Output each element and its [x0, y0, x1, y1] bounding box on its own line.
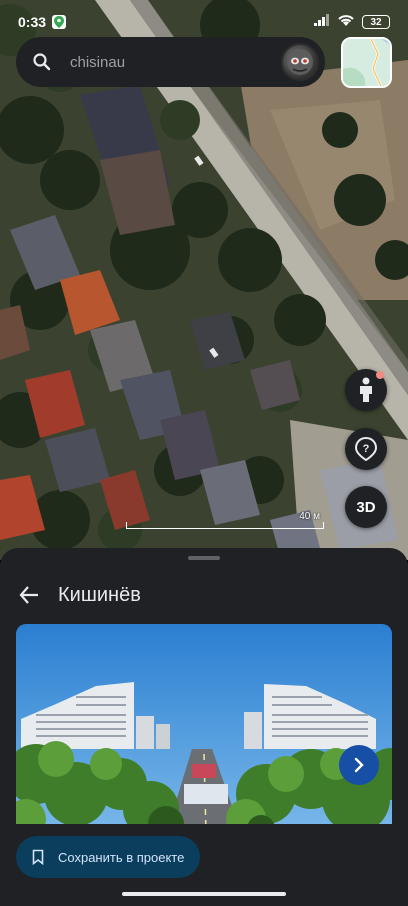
place-title: Кишинёв: [58, 583, 141, 606]
notification-dot: [376, 371, 384, 379]
sheet-header: Кишинёв: [18, 580, 141, 610]
3d-toggle-button[interactable]: 3D: [345, 486, 387, 528]
search-bar[interactable]: [16, 37, 325, 87]
map-scale: 40 м: [126, 511, 324, 529]
map-layers-icon: [343, 39, 390, 86]
battery-icon: 32: [362, 15, 390, 29]
bookmark-icon: [30, 849, 46, 866]
avatar[interactable]: [281, 43, 319, 81]
scale-line: [126, 522, 324, 529]
clock: 0:33: [18, 14, 47, 30]
chevron-right-icon: [354, 757, 364, 773]
svg-text:?: ?: [363, 443, 370, 455]
signal-icon: [314, 13, 330, 31]
next-photo-button[interactable]: [339, 745, 379, 785]
location-icon: ?: [354, 436, 378, 462]
wifi-icon: [337, 13, 355, 32]
status-right: 32: [314, 13, 390, 32]
save-bar: Сохранить в проекте: [0, 824, 408, 906]
street-view-icon: [360, 377, 372, 402]
3d-label: 3D: [356, 498, 376, 516]
city-gate-photo: [16, 624, 392, 834]
drag-handle[interactable]: [188, 556, 220, 560]
street-view-button[interactable]: [345, 369, 387, 411]
search-icon[interactable]: [32, 52, 52, 72]
save-button-label: Сохранить в проекте: [58, 849, 185, 865]
search-input[interactable]: [70, 53, 281, 71]
gesture-nav-bar[interactable]: [122, 892, 286, 896]
status-left: 0:33: [18, 14, 67, 30]
save-to-project-button[interactable]: Сохранить в проекте: [16, 836, 201, 878]
maps-app-icon: [52, 15, 67, 29]
back-arrow-icon[interactable]: [18, 584, 40, 606]
place-bottom-sheet[interactable]: Кишинёв Сохранить в проекте: [0, 548, 408, 906]
scale-label: 40 м: [299, 511, 320, 522]
place-photo[interactable]: [16, 624, 392, 834]
my-location-button[interactable]: ?: [345, 428, 387, 470]
map-layers-button[interactable]: [341, 37, 392, 88]
